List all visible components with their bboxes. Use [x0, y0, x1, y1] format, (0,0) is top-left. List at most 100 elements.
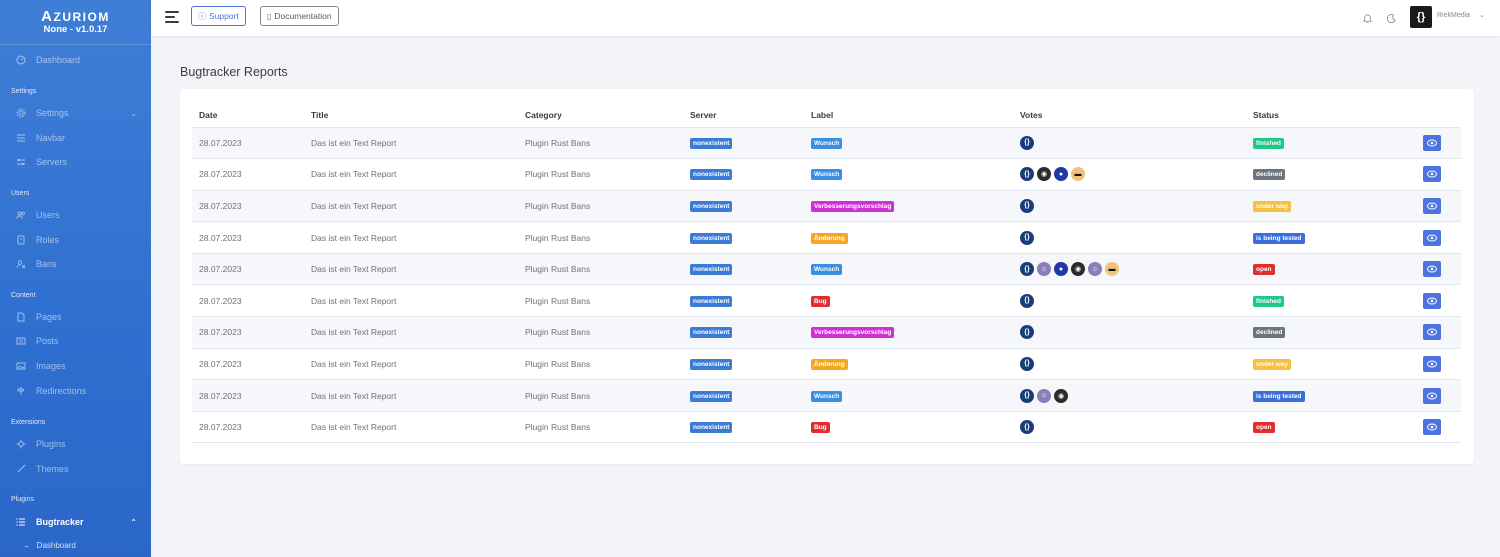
- status-badge: under way: [1253, 200, 1292, 212]
- user-name[interactable]: RiekMedia: [1437, 12, 1470, 19]
- hamburger-menu-icon[interactable]: [165, 11, 179, 23]
- sidebar-item-servers[interactable]: Servers: [0, 151, 151, 173]
- sidebar-item-themes[interactable]: Themes: [0, 458, 151, 480]
- votes-list: {}: [1020, 135, 1253, 150]
- cell-title: Das ist ein Text Report: [311, 221, 525, 254]
- avatar-earth-icon[interactable]: ●: [1054, 262, 1068, 277]
- view-report-button[interactable]: [1423, 134, 1441, 151]
- question-circle-icon: ⓘ: [198, 11, 206, 21]
- avatar-gorilla-icon[interactable]: ◉: [1071, 262, 1085, 277]
- avatar-brace-icon[interactable]: {}: [1020, 420, 1034, 435]
- status-badge: is being tested: [1253, 390, 1305, 402]
- header-actions: [1423, 103, 1461, 128]
- brand[interactable]: AZURIOM None - v1.0.17: [0, 0, 151, 44]
- label-badge: Bug: [811, 295, 830, 307]
- cell-server: nonexistent: [690, 221, 811, 254]
- label-badge: Änderung: [811, 232, 848, 244]
- avatar-anime-icon[interactable]: ☺: [1088, 262, 1102, 277]
- cell-server: nonexistent: [690, 253, 811, 286]
- eye-icon: [1427, 265, 1437, 273]
- table-row: 28.07.2023 Das ist ein Text Report Plugin …: [192, 253, 1461, 286]
- sidebar-item-roles[interactable]: Roles: [0, 229, 151, 251]
- brand-version: None - v1.0.17: [43, 24, 108, 35]
- section-header-users: Users: [11, 190, 30, 197]
- support-button[interactable]: ⓘ Support: [191, 6, 246, 26]
- cell-votes: {}: [1020, 127, 1253, 160]
- eye-icon: [1427, 328, 1437, 336]
- cell-category: Plugin Rust Bans: [525, 316, 690, 349]
- avatar-brace-icon[interactable]: {}: [1020, 325, 1034, 340]
- avatar-sunglasses-icon[interactable]: ▬: [1105, 262, 1119, 277]
- view-report-button[interactable]: [1423, 166, 1441, 183]
- view-report-button[interactable]: [1423, 261, 1441, 278]
- cell-label: Wunsch: [811, 253, 1020, 286]
- sidebar-item-navbar[interactable]: Navbar: [0, 127, 151, 149]
- view-report-button[interactable]: [1423, 419, 1441, 436]
- avatar-gorilla-icon[interactable]: ◉: [1037, 167, 1051, 182]
- view-report-button[interactable]: [1423, 292, 1441, 309]
- view-report-button[interactable]: [1423, 355, 1441, 372]
- server-badge: nonexistent: [690, 390, 733, 402]
- sidebar-item-bans[interactable]: Bans: [0, 253, 151, 275]
- cell-server: nonexistent: [690, 316, 811, 349]
- cell-date: 28.07.2023: [192, 316, 311, 349]
- view-report-button[interactable]: [1423, 387, 1441, 404]
- cell-category: Plugin Rust Bans: [525, 253, 690, 286]
- eye-icon: [1427, 392, 1437, 400]
- votes-list: {}: [1020, 420, 1253, 435]
- cell-category: Plugin Rust Bans: [525, 348, 690, 381]
- avatar-sunglasses-icon[interactable]: ▬: [1071, 167, 1085, 182]
- label-badge: Bug: [811, 422, 830, 434]
- cell-label: Änderung: [811, 348, 1020, 381]
- avatar-brace-icon[interactable]: {}: [1020, 356, 1034, 371]
- cell-server: nonexistent: [690, 411, 811, 444]
- avatar-brace-icon[interactable]: {}: [1020, 167, 1034, 182]
- cell-actions: [1423, 379, 1461, 412]
- bell-icon[interactable]: [1362, 11, 1374, 24]
- votes-list: {}: [1020, 230, 1253, 245]
- sidebar-item-redirections[interactable]: Redirections: [0, 380, 151, 402]
- sidebar-item-images[interactable]: Images: [0, 355, 151, 377]
- chevron-down-icon: ⌄: [130, 108, 137, 118]
- moon-icon[interactable]: [1386, 11, 1398, 24]
- sidebar-item-plugins[interactable]: Plugins: [0, 433, 151, 455]
- cell-title: Das ist ein Text Report: [311, 411, 525, 444]
- view-report-button[interactable]: [1423, 229, 1441, 246]
- avatar-gorilla-icon[interactable]: ◉: [1054, 388, 1068, 403]
- avatar-brace-icon[interactable]: {}: [1020, 230, 1034, 245]
- sidebar-item-label: Servers: [36, 157, 68, 167]
- documentation-button[interactable]: ▯ Documentation: [260, 6, 339, 26]
- avatar-earth-icon[interactable]: ●: [1054, 167, 1068, 182]
- label-badge: Wunsch: [811, 137, 843, 149]
- avatar-brace-icon[interactable]: {}: [1020, 388, 1034, 403]
- avatar-brace-icon[interactable]: {}: [1020, 135, 1034, 150]
- sidebar-item-pages[interactable]: Pages: [0, 306, 151, 328]
- sidebar-item-users[interactable]: Users: [0, 204, 151, 226]
- cell-actions: [1423, 348, 1461, 381]
- sidebar-item-dashboard[interactable]: Dashboard: [0, 49, 151, 71]
- cell-status: declined: [1253, 316, 1423, 349]
- view-report-button[interactable]: [1423, 324, 1441, 341]
- table-row: 28.07.2023 Das ist ein Text Report Plugin …: [192, 158, 1461, 191]
- cell-category: Plugin Rust Bans: [525, 284, 690, 318]
- avatar-brace-icon[interactable]: {}: [1020, 293, 1034, 308]
- view-report-button[interactable]: [1423, 197, 1441, 214]
- sidebar-subitem-bugtracker-dashboard[interactable]: → Dashboard: [22, 541, 76, 550]
- cell-date: 28.07.2023: [192, 127, 311, 160]
- eye-icon: [1427, 202, 1437, 210]
- avatar[interactable]: {}: [1410, 6, 1432, 28]
- status-badge: open: [1253, 264, 1275, 276]
- avatar-anime-icon[interactable]: ☺: [1037, 388, 1051, 403]
- cell-actions: [1423, 411, 1461, 444]
- cell-label: Änderung: [811, 221, 1020, 254]
- cell-status: open: [1253, 411, 1423, 444]
- avatar-brace-icon[interactable]: {}: [1020, 198, 1034, 213]
- chevron-down-icon[interactable]: ⌄: [1479, 11, 1485, 19]
- sidebar-item-posts[interactable]: Posts: [0, 330, 151, 352]
- sidebar-item-bugtracker[interactable]: Bugtracker ⌃: [0, 511, 151, 533]
- avatar-anime-icon[interactable]: ☺: [1037, 262, 1051, 277]
- avatar-brace-icon[interactable]: {}: [1020, 262, 1034, 277]
- cell-status: under way: [1253, 348, 1423, 381]
- server-badge: nonexistent: [690, 358, 733, 370]
- sidebar-item-settings[interactable]: Settings ⌄: [0, 102, 151, 124]
